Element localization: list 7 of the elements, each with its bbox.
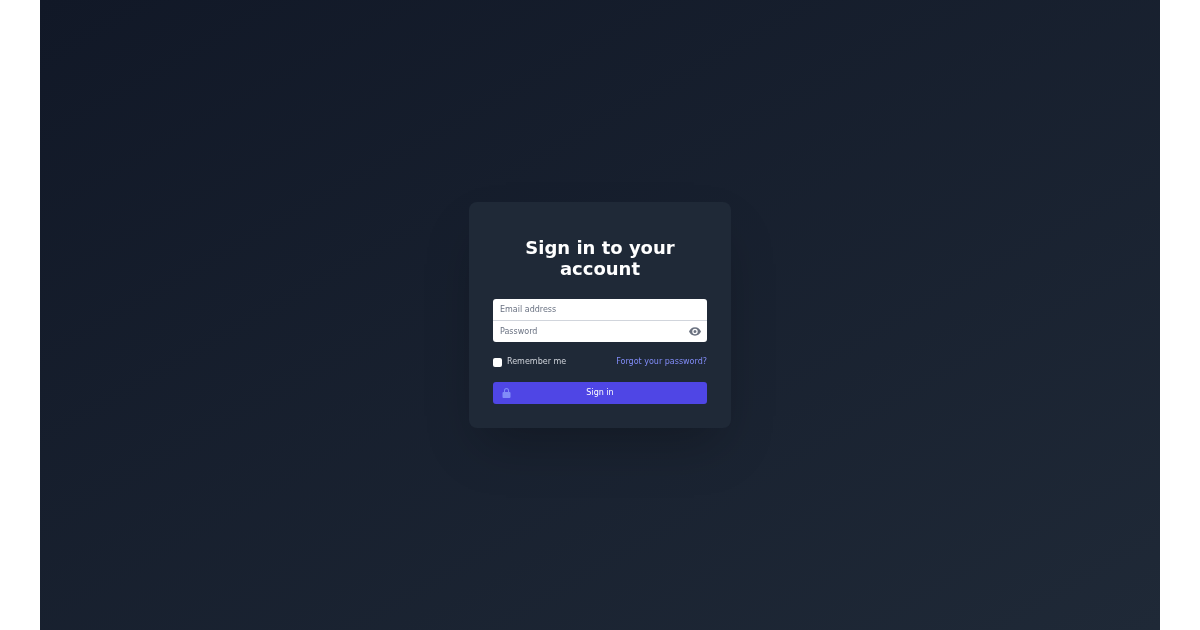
lock-icon — [502, 388, 511, 398]
sign-in-button[interactable]: Sign in — [493, 382, 707, 404]
remember-checkbox[interactable] — [493, 357, 502, 367]
eye-icon[interactable] — [689, 327, 701, 336]
card-title: Sign in to your account — [524, 237, 676, 279]
remember-label: Remember me — [507, 356, 567, 368]
forgot-password-link[interactable]: Forgot your password? — [616, 356, 707, 368]
